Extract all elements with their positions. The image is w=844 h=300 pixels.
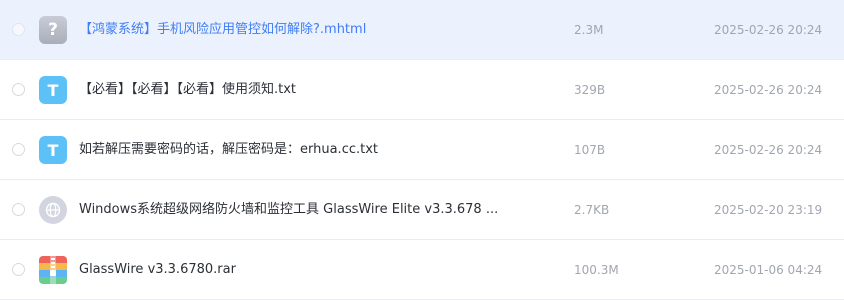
file-size: 107B <box>574 143 606 157</box>
file-row[interactable]: Windows系统超级网络防火墙和监控工具 GlassWire Elite v3… <box>0 180 844 240</box>
text-file-icon: T <box>39 136 67 164</box>
file-date: 2025-02-26 20:24 <box>714 23 823 37</box>
row-checkbox[interactable] <box>12 203 25 216</box>
file-size: 100.3M <box>574 263 619 277</box>
file-name[interactable]: 如若解压需要密码的话，解压密码是：erhua.cc.txt <box>79 141 378 159</box>
file-date: 2025-02-26 20:24 <box>714 83 823 97</box>
file-row[interactable]: ? 【鸿蒙系统】手机风险应用管控如何解除?.mhtml 2.3M 2025-02… <box>0 0 844 60</box>
file-size: 329B <box>574 83 606 97</box>
archive-file-icon <box>39 256 67 284</box>
file-name[interactable]: GlassWire v3.3.6780.rar <box>79 261 236 279</box>
row-checkbox[interactable] <box>12 23 25 36</box>
file-date: 2025-02-26 20:24 <box>714 143 823 157</box>
row-checkbox[interactable] <box>12 143 25 156</box>
file-list: ? 【鸿蒙系统】手机风险应用管控如何解除?.mhtml 2.3M 2025-02… <box>0 0 844 300</box>
file-row[interactable]: GlassWire v3.3.6780.rar 100.3M 2025-01-0… <box>0 240 844 300</box>
file-name[interactable]: 【鸿蒙系统】手机风险应用管控如何解除?.mhtml <box>79 21 366 39</box>
file-name[interactable]: Windows系统超级网络防火墙和监控工具 GlassWire Elite v3… <box>79 201 498 219</box>
file-date: 2025-01-06 04:24 <box>714 263 823 277</box>
file-date: 2025-02-20 23:19 <box>714 203 823 217</box>
file-row[interactable]: T 如若解压需要密码的话，解压密码是：erhua.cc.txt 107B 202… <box>0 120 844 180</box>
file-row[interactable]: T 【必看】【必看】【必看】使用须知.txt 329B 2025-02-26 2… <box>0 60 844 120</box>
file-name[interactable]: 【必看】【必看】【必看】使用须知.txt <box>79 81 296 99</box>
file-size: 2.3M <box>574 23 604 37</box>
file-size: 2.7KB <box>574 203 610 217</box>
row-checkbox[interactable] <box>12 263 25 276</box>
text-file-icon: T <box>39 76 67 104</box>
unknown-file-icon: ? <box>39 16 67 44</box>
web-link-icon <box>39 196 67 224</box>
row-checkbox[interactable] <box>12 83 25 96</box>
